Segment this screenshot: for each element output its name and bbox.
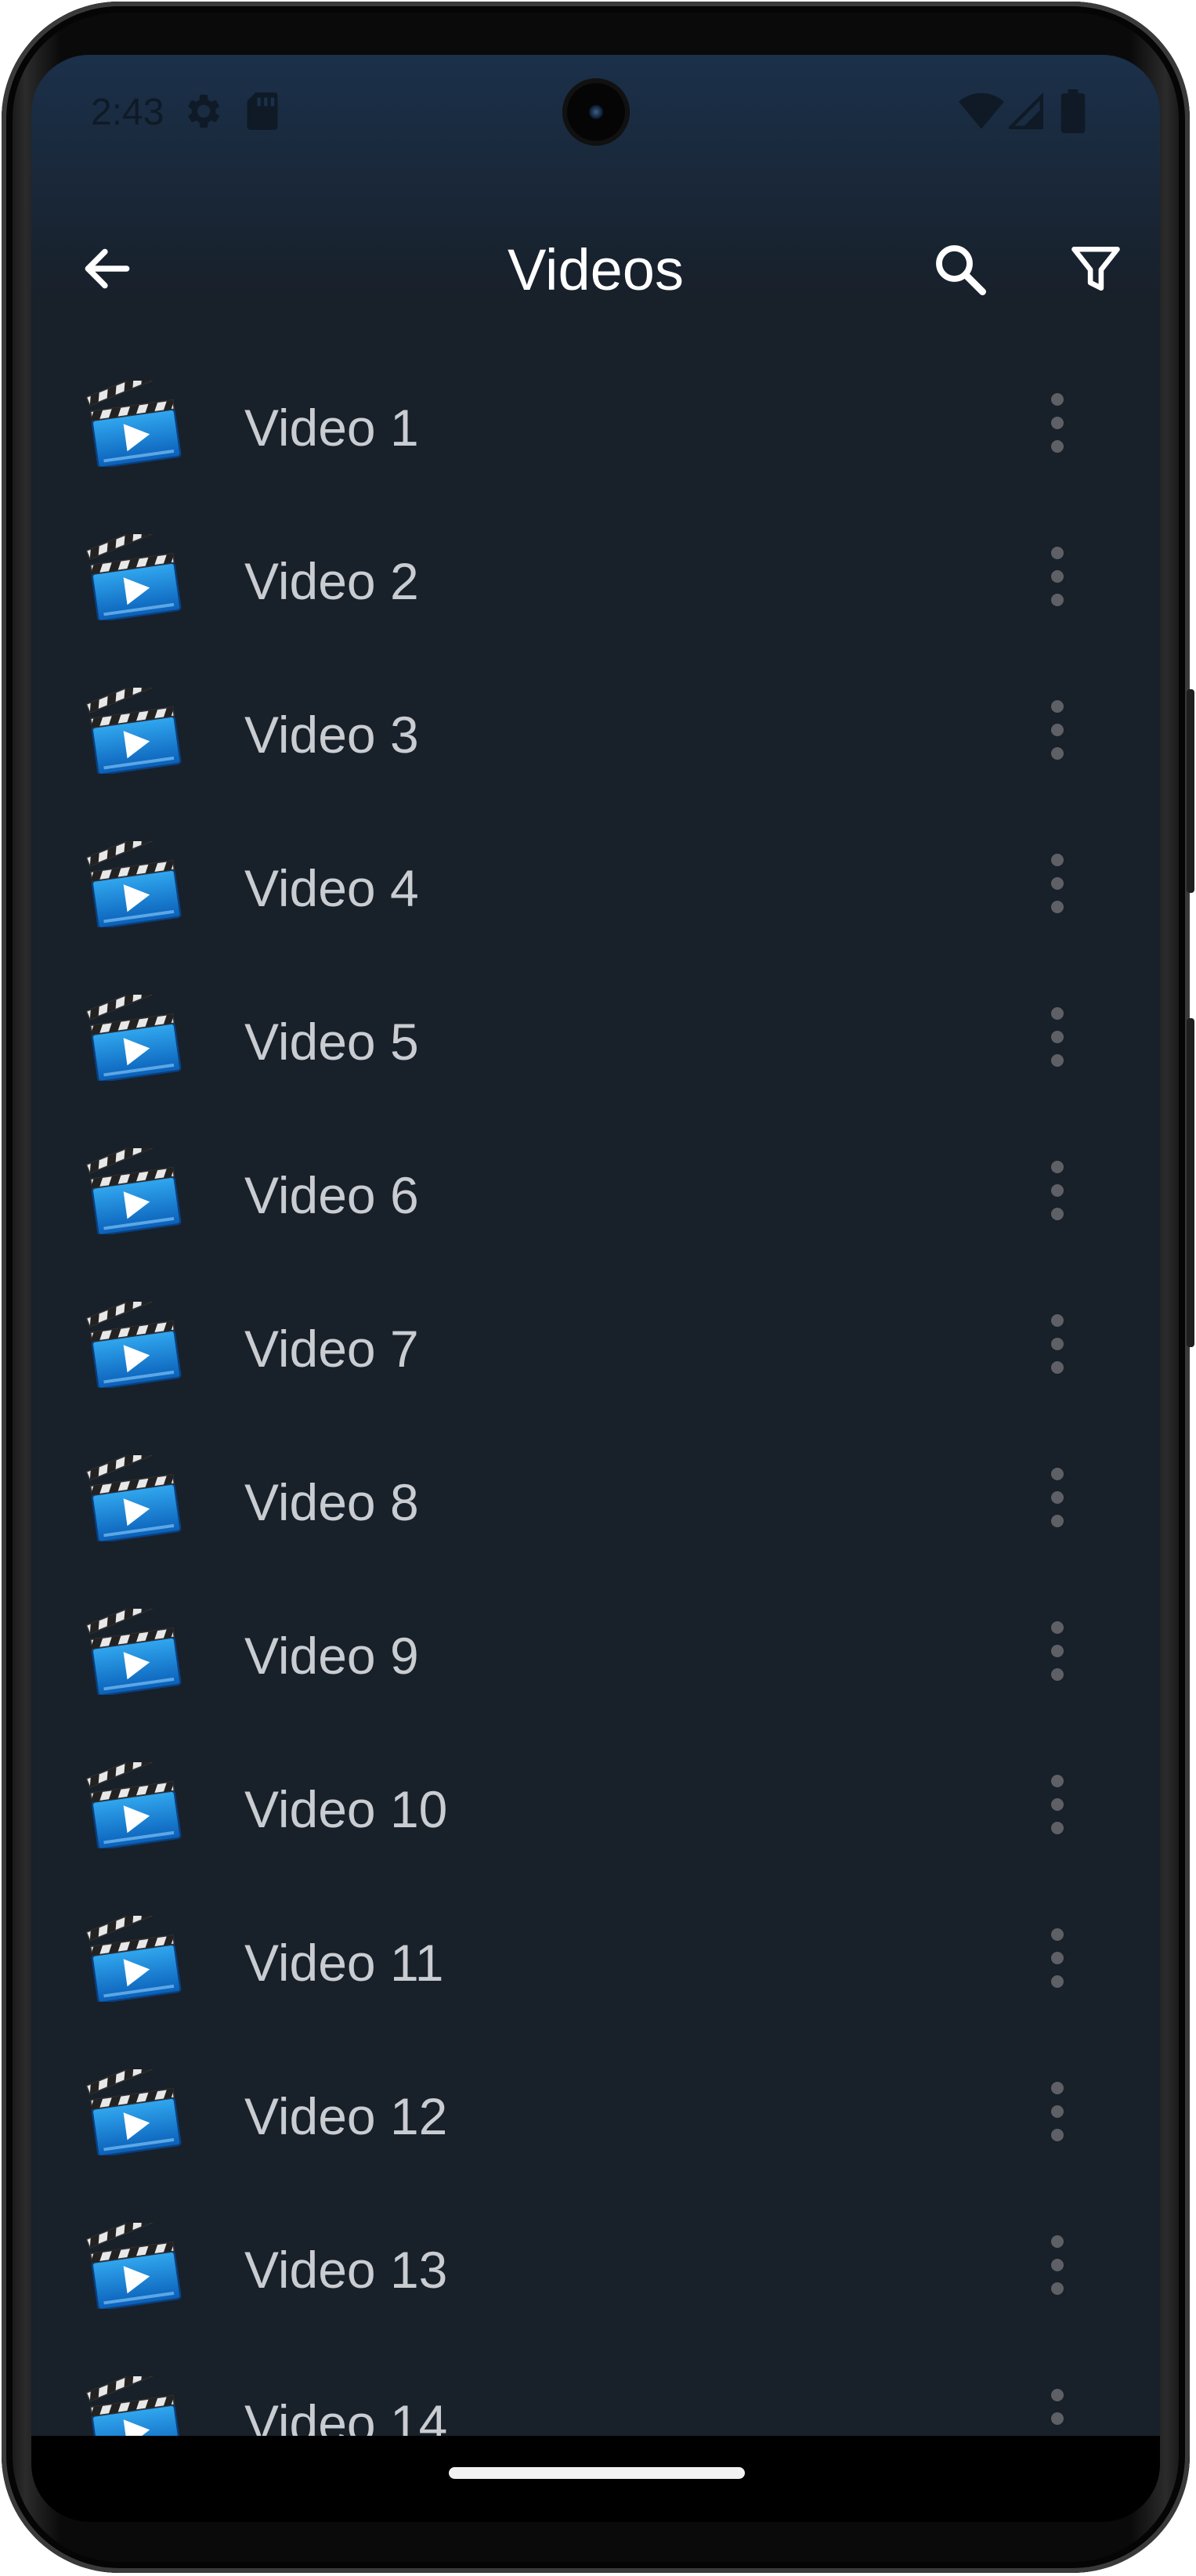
list-item[interactable]: Video 11 xyxy=(31,1875,1160,2029)
list-item[interactable]: Video 7 xyxy=(31,1261,1160,1414)
more-vert-icon[interactable] xyxy=(1042,1311,1073,1377)
video-clapperboard-icon xyxy=(86,1916,182,2002)
video-title: Video 13 xyxy=(244,2241,448,2299)
filter-icon[interactable] xyxy=(1070,243,1122,294)
video-title: Video 3 xyxy=(244,706,419,764)
more-vert-icon[interactable] xyxy=(1042,697,1073,763)
cell-signal-icon xyxy=(1009,92,1043,129)
video-title: Video 11 xyxy=(244,1934,444,1992)
video-clapperboard-icon xyxy=(86,688,182,774)
status-bar: 2:43 xyxy=(31,55,1160,172)
video-clapperboard-icon xyxy=(86,995,182,1081)
video-clapperboard-icon xyxy=(86,2223,182,2309)
video-title: Video 6 xyxy=(244,1166,419,1224)
video-title: Video 5 xyxy=(244,1013,419,1071)
more-vert-icon[interactable] xyxy=(1042,1004,1073,1070)
battery-icon xyxy=(1061,89,1086,133)
video-clapperboard-icon xyxy=(86,841,182,927)
video-title: Video 4 xyxy=(244,859,419,917)
video-title: Video 7 xyxy=(244,1320,419,1378)
more-vert-icon[interactable] xyxy=(1042,390,1073,456)
list-item[interactable]: Video 8 xyxy=(31,1414,1160,1568)
more-vert-icon[interactable] xyxy=(1042,1465,1073,1530)
video-title: Video 2 xyxy=(244,552,419,610)
list-item[interactable]: Video 5 xyxy=(31,954,1160,1107)
video-title: Video 8 xyxy=(244,1473,419,1531)
list-item[interactable]: Video 13 xyxy=(31,2182,1160,2336)
list-item[interactable]: Video 3 xyxy=(31,647,1160,800)
video-clapperboard-icon xyxy=(86,1302,182,1388)
volume-button xyxy=(1187,689,1194,893)
power-button xyxy=(1187,1018,1194,1347)
more-vert-icon[interactable] xyxy=(1042,851,1073,916)
list-item[interactable]: Video 4 xyxy=(31,800,1160,954)
app-toolbar: Videos xyxy=(31,211,1160,321)
list-item[interactable]: Video 2 xyxy=(31,493,1160,647)
video-clapperboard-icon xyxy=(86,1609,182,1695)
wifi-icon xyxy=(959,92,1004,129)
more-vert-icon[interactable] xyxy=(1042,1618,1073,1684)
list-item[interactable]: Video 12 xyxy=(31,2029,1160,2182)
video-clapperboard-icon xyxy=(86,1148,182,1234)
list-item[interactable]: Video 9 xyxy=(31,1568,1160,1722)
list-item[interactable]: Video 1 xyxy=(31,340,1160,493)
more-vert-icon[interactable] xyxy=(1042,1158,1073,1223)
video-clapperboard-icon xyxy=(86,381,182,467)
video-title: Video 12 xyxy=(244,2087,448,2145)
page-title: Videos xyxy=(508,237,684,302)
home-gesture-handle[interactable] xyxy=(449,2467,745,2479)
video-title: Video 10 xyxy=(244,1780,448,1838)
video-clapperboard-icon xyxy=(86,534,182,620)
navigation-bar xyxy=(31,2436,1160,2522)
video-clapperboard-icon xyxy=(86,1762,182,1848)
screen: 2:43 Videos Video 1 Video 2 Video 3 Vide… xyxy=(31,55,1160,2522)
settings-gear-icon xyxy=(188,95,220,128)
phone-frame: 2:43 Videos Video 1 Video 2 Video 3 Vide… xyxy=(0,0,1196,2576)
more-vert-icon[interactable] xyxy=(1042,2232,1073,2298)
video-clapperboard-icon xyxy=(86,1455,182,1541)
front-camera xyxy=(562,78,630,146)
more-vert-icon[interactable] xyxy=(1042,1772,1073,1837)
video-clapperboard-icon xyxy=(86,2069,182,2155)
more-vert-icon[interactable] xyxy=(1042,2079,1073,2144)
more-vert-icon[interactable] xyxy=(1042,1925,1073,1991)
search-icon[interactable] xyxy=(932,241,988,298)
list-item[interactable]: Video 10 xyxy=(31,1722,1160,1875)
video-title: Video 9 xyxy=(244,1627,419,1685)
status-time: 2:43 xyxy=(91,92,164,133)
video-title: Video 1 xyxy=(244,399,419,457)
list-item[interactable]: Video 6 xyxy=(31,1107,1160,1261)
more-vert-icon[interactable] xyxy=(1042,544,1073,609)
sd-card-icon xyxy=(247,92,278,130)
